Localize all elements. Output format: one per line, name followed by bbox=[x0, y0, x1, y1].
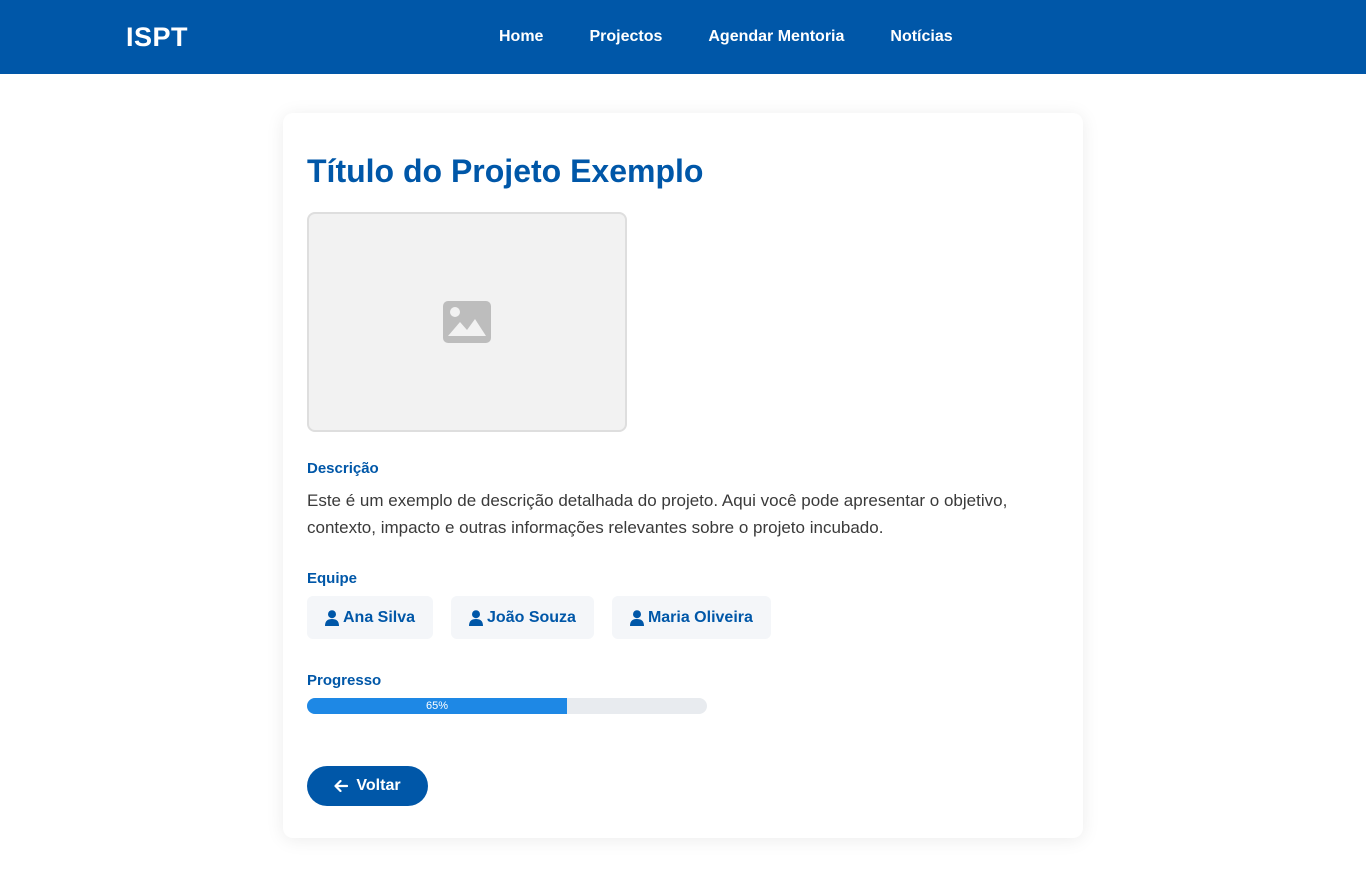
team-member-name: João Souza bbox=[487, 608, 576, 626]
nav-link-home[interactable]: Home bbox=[499, 28, 543, 46]
nav-link-projectos[interactable]: Projectos bbox=[589, 28, 662, 46]
navbar: ISPT Home Projectos Agendar Mentoria Not… bbox=[0, 0, 1366, 74]
user-icon bbox=[325, 609, 339, 626]
back-button[interactable]: Voltar bbox=[307, 766, 428, 806]
team-list: Ana Silva João Souza Maria Oliveira bbox=[307, 596, 789, 639]
arrow-left-icon bbox=[334, 780, 349, 792]
description-label: Descrição bbox=[307, 460, 379, 477]
progress-label: Progresso bbox=[307, 672, 382, 689]
nav-links: Home Projectos Agendar Mentoria Notícias bbox=[499, 28, 999, 46]
project-title: Título do Projeto Exemplo bbox=[307, 153, 704, 189]
progress-bar: 65% bbox=[307, 698, 707, 714]
progress-fill: 65% bbox=[307, 698, 567, 714]
team-member-name: Ana Silva bbox=[343, 608, 416, 626]
user-icon bbox=[469, 609, 484, 626]
team-member: Maria Oliveira bbox=[611, 596, 771, 639]
nav-link-agendar-mentoria[interactable]: Agendar Mentoria bbox=[708, 28, 844, 46]
project-image bbox=[307, 212, 627, 432]
project-card: Título do Projeto Exemplo Descrição Este… bbox=[283, 113, 1083, 838]
team-member: Ana Silva bbox=[307, 596, 434, 639]
brand-logo[interactable]: ISPT bbox=[126, 22, 188, 53]
team-member-name: Maria Oliveira bbox=[647, 608, 753, 626]
image-placeholder-icon bbox=[443, 301, 491, 343]
user-icon bbox=[629, 609, 644, 626]
nav-link-noticias[interactable]: Notícias bbox=[890, 28, 952, 46]
back-button-label: Voltar bbox=[356, 777, 401, 794]
team-label: Equipe bbox=[307, 570, 358, 587]
project-description: Este é um exemplo de descrição detalhada… bbox=[307, 491, 1008, 537]
team-member: João Souza bbox=[451, 596, 594, 639]
